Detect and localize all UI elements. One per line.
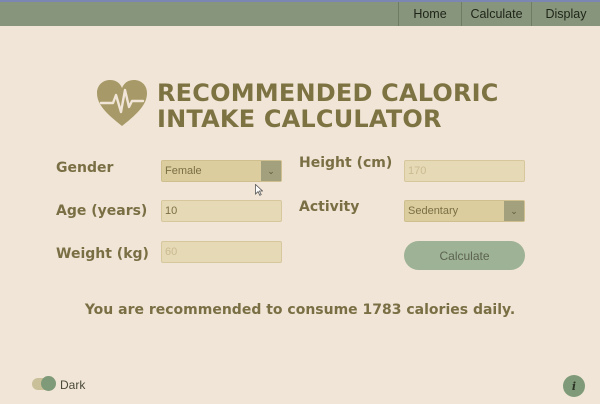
calculate-button[interactable]: Calculate — [404, 241, 525, 270]
age-input[interactable]: 10 — [161, 200, 282, 222]
mouse-cursor-icon — [255, 184, 263, 196]
height-label: Height (cm) — [299, 155, 393, 171]
page-title: RECOMMENDED CALORIC INTAKE CALCULATOR — [157, 80, 499, 132]
height-input[interactable]: 170 — [404, 160, 525, 182]
activity-select[interactable]: Sedentary ⌄ — [404, 200, 525, 222]
dark-mode-label: Dark — [60, 378, 86, 392]
activity-select-value: Sedentary — [408, 205, 459, 217]
info-icon[interactable]: i — [563, 375, 585, 397]
weight-label: Weight (kg) — [56, 246, 149, 262]
nav-home[interactable]: Home — [398, 2, 461, 26]
nav-calculate[interactable]: Calculate — [461, 2, 531, 26]
age-label: Age (years) — [56, 203, 148, 219]
dark-mode-toggle[interactable] — [32, 376, 56, 391]
heart-pulse-icon — [97, 80, 147, 126]
gender-select-value: Female — [165, 165, 202, 177]
top-navbar: Home Calculate Display — [0, 2, 600, 26]
gender-label: Gender — [56, 160, 114, 176]
result-message: You are recommended to consume 1783 calo… — [84, 302, 516, 318]
gender-select[interactable]: Female ⌄ — [161, 160, 282, 182]
title-line-2: INTAKE CALCULATOR — [157, 105, 442, 133]
activity-label: Activity — [299, 199, 360, 215]
weight-input[interactable]: 60 — [161, 241, 282, 263]
chevron-down-icon[interactable]: ⌄ — [504, 201, 524, 221]
chevron-down-icon[interactable]: ⌄ — [261, 161, 281, 181]
toggle-knob[interactable] — [41, 376, 56, 391]
title-line-1: RECOMMENDED CALORIC — [157, 79, 499, 107]
nav-display[interactable]: Display — [531, 2, 600, 26]
